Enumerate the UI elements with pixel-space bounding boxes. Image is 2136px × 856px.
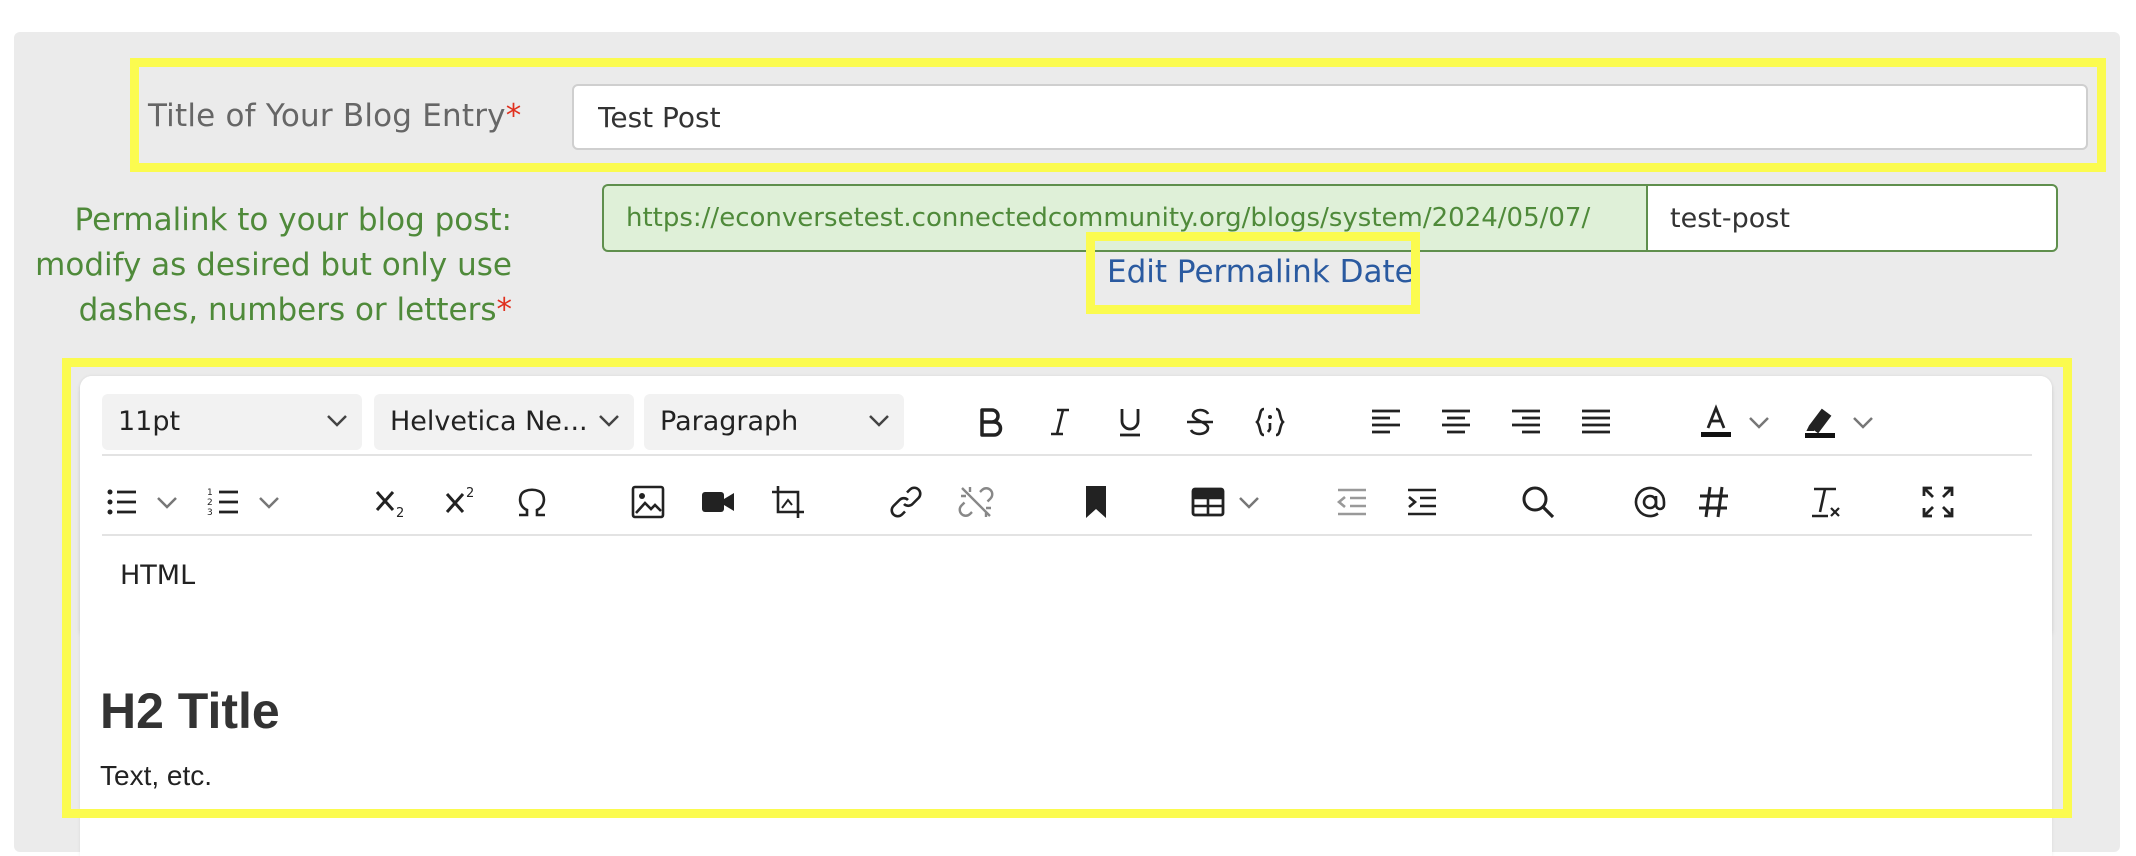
rich-text-editor: 11pt Helvetica Ne... Paragraph 1 2 3 2 2…: [80, 376, 2052, 856]
svg-text:2: 2: [207, 498, 213, 508]
chevron-down-icon[interactable]: [1748, 412, 1770, 434]
hashtag-icon[interactable]: [1690, 478, 1738, 526]
title-label-text: Title of Your Blog Entry: [148, 98, 506, 134]
toolbar-row-1: 11pt Helvetica Ne... Paragraph: [102, 394, 2032, 456]
chevron-down-icon[interactable]: [1238, 492, 1260, 514]
unlink-icon[interactable]: [952, 478, 1000, 526]
font-size-select[interactable]: 11pt: [102, 394, 362, 450]
special-character-icon[interactable]: [508, 478, 556, 526]
required-mark: *: [496, 292, 513, 328]
mention-icon[interactable]: [1626, 478, 1674, 526]
link-icon[interactable]: [882, 478, 930, 526]
fullscreen-icon[interactable]: [1914, 478, 1962, 526]
chevron-down-icon[interactable]: [156, 492, 178, 514]
bold-icon[interactable]: [966, 398, 1014, 446]
subscript-icon[interactable]: 2: [368, 478, 416, 526]
chevron-down-icon: [599, 415, 619, 427]
numbered-list-icon[interactable]: 123: [200, 478, 248, 526]
font-family-select[interactable]: Helvetica Ne...: [374, 394, 634, 450]
permalink-prefix: https://econversetest.connectedcommunity…: [602, 184, 1646, 252]
highlight-color-icon[interactable]: [1796, 398, 1844, 446]
svg-text:2: 2: [396, 506, 404, 520]
svg-text:3: 3: [207, 508, 213, 518]
search-icon[interactable]: [1514, 478, 1562, 526]
edit-permalink-date-link[interactable]: Edit Permalink Date: [1107, 254, 1414, 290]
toolbar-row-2: 123 2 2: [102, 474, 2032, 536]
bookmark-icon[interactable]: [1072, 478, 1120, 526]
chevron-down-icon: [869, 415, 889, 427]
crop-icon[interactable]: [764, 478, 812, 526]
video-icon[interactable]: [694, 478, 742, 526]
align-right-icon[interactable]: [1502, 398, 1550, 446]
chevron-down-icon[interactable]: [1852, 412, 1874, 434]
title-label: Title of Your Blog Entry*: [148, 98, 521, 134]
align-left-icon[interactable]: [1362, 398, 1410, 446]
permalink-field-group: https://econversetest.connectedcommunity…: [602, 184, 2058, 252]
chevron-down-icon: [327, 415, 347, 427]
italic-icon[interactable]: [1036, 398, 1084, 446]
superscript-icon[interactable]: 2: [438, 478, 486, 526]
strikethrough-icon[interactable]: [1176, 398, 1224, 446]
toolbar-row-3: HTML: [102, 552, 2032, 612]
text-color-icon[interactable]: [1692, 398, 1740, 446]
title-input[interactable]: [572, 84, 2088, 150]
content-heading: H2 Title: [100, 683, 280, 739]
block-format-select[interactable]: Paragraph: [644, 394, 904, 450]
align-justify-icon[interactable]: [1572, 398, 1620, 446]
font-family-value: Helvetica Ne...: [390, 406, 588, 437]
permalink-label-line3: dashes, numbers or letters*: [35, 288, 512, 333]
svg-text:2: 2: [466, 486, 474, 501]
permalink-label: Permalink to your blog post: modify as d…: [35, 198, 512, 333]
editor-toolbar: 11pt Helvetica Ne... Paragraph 1 2 3 2 2…: [80, 376, 2052, 630]
permalink-slug-input[interactable]: [1646, 184, 2058, 252]
editor-content[interactable]: H2 Title Text, etc.: [80, 630, 2052, 856]
svg-text:1: 1: [207, 488, 213, 498]
code-icon[interactable]: [1246, 398, 1294, 446]
outdent-icon[interactable]: [1328, 478, 1376, 526]
clear-formatting-icon[interactable]: [1802, 478, 1850, 526]
indent-icon[interactable]: [1398, 478, 1446, 526]
html-button[interactable]: HTML: [120, 560, 195, 591]
underline-icon[interactable]: [1106, 398, 1154, 446]
block-format-value: Paragraph: [660, 406, 799, 437]
chevron-down-icon[interactable]: [258, 492, 280, 514]
content-paragraph: Text, etc.: [100, 760, 213, 791]
required-mark: *: [505, 98, 522, 134]
permalink-label-line3-text: dashes, numbers or letters: [78, 292, 497, 328]
font-size-value: 11pt: [118, 406, 181, 437]
table-icon[interactable]: [1184, 478, 1232, 526]
bullet-list-icon[interactable]: [98, 478, 146, 526]
permalink-label-line2: modify as desired but only use: [35, 247, 512, 283]
permalink-label-line1: Permalink to your blog post:: [74, 202, 512, 238]
image-icon[interactable]: [624, 478, 672, 526]
align-center-icon[interactable]: [1432, 398, 1480, 446]
